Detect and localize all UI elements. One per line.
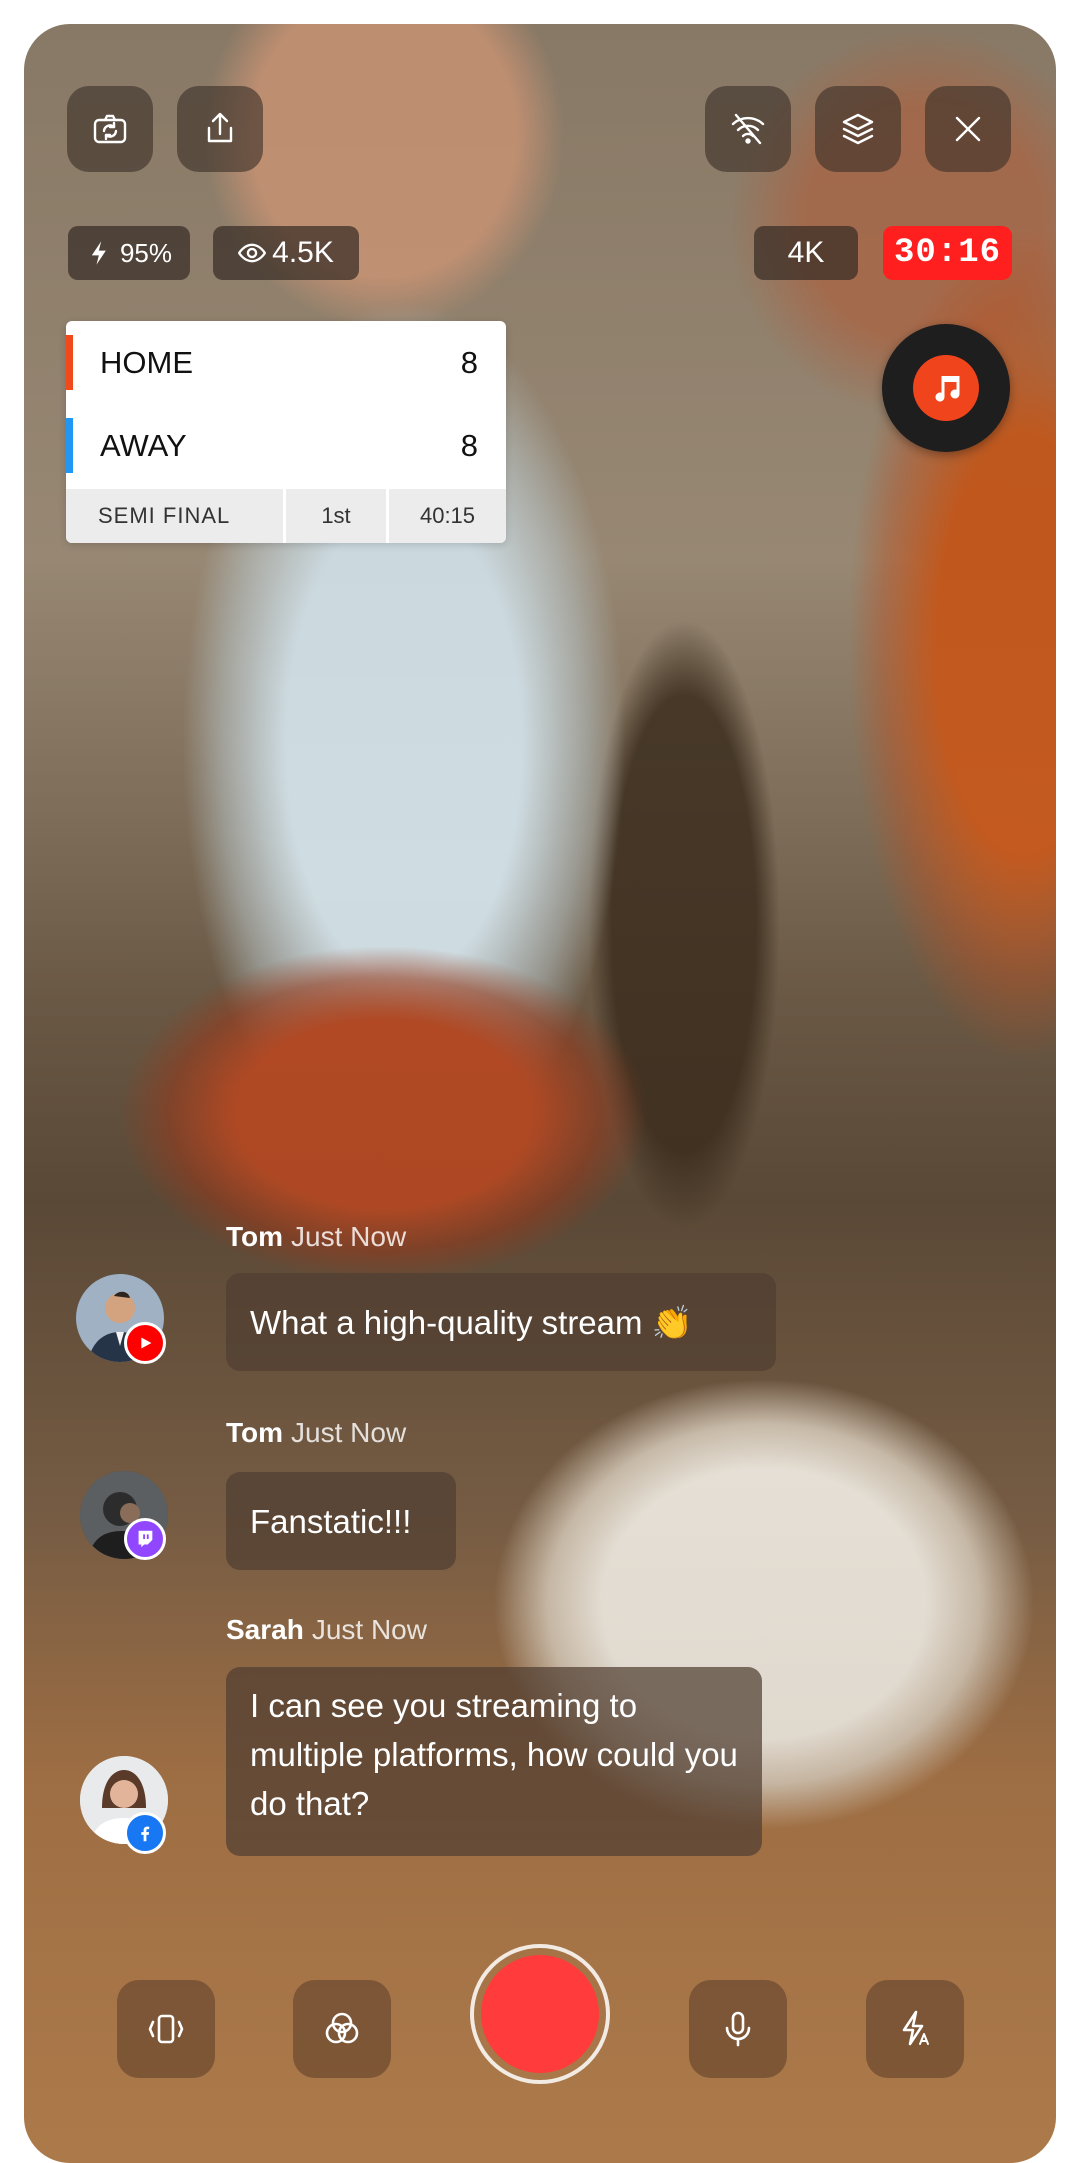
music-button[interactable] [882,324,1010,452]
chat-bubble: What a high-quality stream 👏 [226,1273,776,1371]
close-button[interactable] [925,86,1011,172]
filters-icon [325,2012,359,2044]
home-team-score: 8 [460,344,478,380]
match-clock: 40:15 [419,503,476,528]
record-button[interactable] [470,1944,610,2084]
camera-switch-button[interactable] [67,86,153,172]
chat-username: Sarah [226,1614,304,1645]
music-disc [913,355,979,421]
layers-icon [842,113,874,145]
share-button[interactable] [177,86,263,172]
battery-level: 95% [119,237,173,268]
chat-time: Just Now [291,1417,407,1448]
home-team-name: HOME [100,344,193,380]
stream-viewport: 95% 4.5K 4K 30:16 HOME 8 AWAY 8 SEMI FIN… [24,24,1056,2163]
viewer-count-value: 4.5K [272,236,334,269]
chat-time: Just Now [291,1221,407,1252]
quality-badge: 4K [754,226,858,280]
viewer-count: 4.5K [213,226,359,280]
youtube-icon [124,1322,166,1364]
music-note-icon [935,376,960,402]
home-color-bar [66,335,73,390]
camera-switch-icon [93,114,127,144]
scoreboard: HOME 8 AWAY 8 SEMI FINAL 1st 40:15 [66,321,506,543]
eye-icon [238,243,267,263]
chat-bubble: Fanstatic!!! [226,1472,456,1570]
wifi-off-icon [731,113,765,145]
filters-button[interactable] [293,1980,391,2078]
vibrate-button[interactable] [117,1980,215,2078]
facebook-icon [124,1812,166,1854]
match-period: 1st [286,489,389,543]
chat-bubble: I can see you streaming to multiple plat… [226,1667,762,1856]
microphone-icon [725,2011,751,2047]
chat-username: Tom [226,1221,284,1252]
away-color-bar [66,418,73,473]
chat-header: Tom Just Now [226,1417,406,1449]
share-icon [207,112,233,143]
close-icon [955,116,981,142]
wifi-toggle-button[interactable] [705,86,791,172]
layers-button[interactable] [815,86,901,172]
microphone-button[interactable] [689,1980,787,2078]
chat-header: Tom Just Now [226,1221,406,1253]
away-team-score: 8 [460,427,478,463]
chat-username: Tom [226,1417,284,1448]
scoreboard-home-row: HOME 8 [66,321,506,404]
chat-time: Just Now [311,1614,427,1645]
away-team-name: AWAY [100,427,187,463]
lightning-icon [91,241,106,265]
chat-header: Sarah Just Now [226,1614,427,1646]
auto-flash-icon [902,2010,929,2046]
auto-flash-button[interactable] [866,1980,964,2078]
scoreboard-away-row: AWAY 8 [66,404,506,487]
record-dot [481,1955,599,2073]
vibrate-icon [148,2014,184,2044]
scoreboard-footer: SEMI FINAL 1st 40:15 [66,489,506,543]
recording-timer: 30:16 [883,226,1012,280]
twitch-icon [124,1518,166,1560]
battery-indicator: 95% [68,226,190,280]
match-stage: SEMI FINAL [66,489,286,543]
